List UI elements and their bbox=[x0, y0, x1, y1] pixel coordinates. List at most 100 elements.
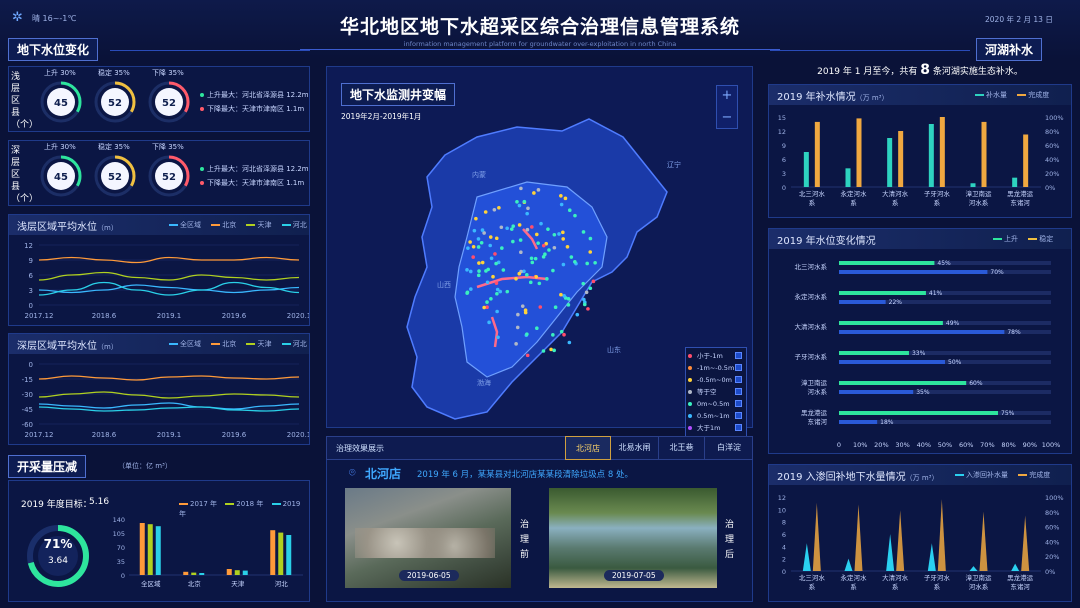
level-hbar-chart: 北三河水系 45% 70% 永定河水系 41% 22% 大清河水系 49% 78% 子牙河水系 33… bbox=[795, 260, 1061, 449]
map-legend-item[interactable]: 0.5m~1m bbox=[688, 410, 744, 422]
legend-label: 大于1m bbox=[697, 424, 721, 432]
shallow-gauge-rise-title: 上升 30% bbox=[44, 69, 76, 77]
x-category-line2: 系 bbox=[809, 582, 816, 591]
tab-beihedian[interactable]: 北河店 bbox=[565, 436, 611, 460]
series-line bbox=[38, 271, 300, 281]
tab-beiyishuizha[interactable]: 北易水闸 bbox=[611, 436, 659, 460]
monitoring-well bbox=[551, 333, 555, 337]
monitoring-well bbox=[529, 256, 534, 261]
row-label: 永定河水系 bbox=[795, 292, 828, 301]
monitoring-well bbox=[471, 245, 476, 249]
map-legend-item[interactable]: 大于1m bbox=[688, 422, 744, 434]
completion-spike bbox=[937, 499, 946, 571]
x-category-line1: 北三河水 bbox=[799, 189, 826, 198]
header: ✲ 晴 16~-1℃ 华北地区地下水超采区综合治理信息管理系统 informat… bbox=[0, 0, 1080, 60]
x-tick: 10% bbox=[853, 441, 867, 449]
legend-2018: 2018 年 bbox=[236, 500, 264, 508]
monitoring-well bbox=[530, 225, 534, 229]
x-category-line1: 黑龙港运 bbox=[1007, 573, 1034, 582]
target-label: 2019 年度目标： bbox=[21, 500, 92, 510]
monitoring-well bbox=[517, 223, 522, 227]
monitoring-well bbox=[476, 245, 481, 249]
monitoring-well bbox=[496, 335, 500, 340]
rise-value: 41% bbox=[929, 290, 943, 297]
monitoring-well bbox=[546, 227, 550, 231]
summary: 2019 年 1 月至今，共有 8 条河湖实施生态补水。 bbox=[768, 62, 1072, 78]
level-chart-title: 2019 年水位变化情况 bbox=[777, 236, 876, 247]
supply-bar-chart: 15129630100%80%60%40%20%0%北三河水系永定河水系大清河水… bbox=[778, 114, 1064, 207]
checkbox[interactable] bbox=[735, 412, 742, 419]
monitoring-well bbox=[516, 312, 520, 317]
monitoring-well bbox=[575, 312, 580, 317]
bar bbox=[234, 570, 240, 575]
x-tick: 2017.12 bbox=[25, 431, 54, 439]
map-legend-item[interactable]: -0.5m~0m bbox=[688, 374, 744, 386]
row-label: 漳卫南运 bbox=[801, 378, 828, 387]
region-label: 辽宁 bbox=[667, 160, 681, 169]
y-tick: 6 bbox=[782, 156, 786, 164]
legend-all: 全区域 bbox=[180, 221, 201, 229]
legend-dot bbox=[688, 402, 692, 406]
legend-dot bbox=[688, 378, 692, 382]
monitoring-well bbox=[549, 347, 553, 352]
bar bbox=[183, 571, 189, 575]
legend-hebei: 河北 bbox=[292, 221, 307, 229]
y-tick: 6 bbox=[782, 531, 786, 539]
monitoring-well bbox=[593, 260, 597, 265]
stable-bar bbox=[839, 390, 914, 394]
supply-chart-panel: 2019 年补水情况（万 m³） 补水量 完成度 15 12 9 6 3 0 100% 80%… bbox=[768, 84, 1072, 218]
checkbox[interactable] bbox=[735, 388, 742, 395]
supply-bar bbox=[928, 124, 934, 187]
place-description: 2019 年 6 月，某某县对北河店某某段清除垃圾点 8 处。 bbox=[417, 470, 633, 480]
stable-value: 78% bbox=[1007, 329, 1021, 336]
x-tick: 60% bbox=[959, 441, 973, 449]
page-subtitle: information management platform for grou… bbox=[403, 40, 677, 48]
checkbox[interactable] bbox=[735, 400, 742, 407]
map-legend-item[interactable]: 等于空 bbox=[688, 386, 744, 398]
checkbox[interactable] bbox=[735, 364, 742, 371]
tab-baiyangdian[interactable]: 白洋淀 bbox=[705, 436, 753, 460]
monitoring-well bbox=[551, 268, 555, 273]
rise-bar bbox=[839, 381, 967, 385]
checkbox[interactable] bbox=[735, 352, 742, 359]
monitoring-well bbox=[536, 241, 540, 245]
y2-tick: 20% bbox=[1045, 553, 1059, 561]
map-legend-item[interactable]: -1m~-0.5m bbox=[688, 362, 744, 374]
monitoring-well bbox=[494, 236, 499, 241]
gauge-value: 52 bbox=[162, 98, 176, 109]
monitoring-well bbox=[525, 211, 529, 216]
recharge-spike-chart: 121086420100%80%60%40%20%0%北三河水系永定河水系大清河… bbox=[778, 494, 1064, 591]
x-category: 天津 bbox=[231, 580, 245, 588]
supply-bar bbox=[1012, 177, 1018, 187]
map-legend-item[interactable]: 0m~0.5m bbox=[688, 398, 744, 410]
monitoring-well bbox=[517, 271, 522, 276]
before-date: 2019-06-05 bbox=[399, 570, 459, 581]
summary-num: 8 bbox=[920, 62, 930, 78]
monitoring-well bbox=[541, 349, 546, 353]
monitoring-well bbox=[518, 238, 523, 242]
rise-value: 33% bbox=[912, 350, 926, 357]
recharge-spike bbox=[1011, 563, 1020, 571]
checkbox[interactable] bbox=[735, 376, 742, 383]
after-label: 治理后 bbox=[725, 520, 735, 560]
y-tick: 10 bbox=[778, 506, 786, 514]
map-legend-item[interactable]: 小于-1m bbox=[688, 350, 744, 362]
monitoring-well bbox=[552, 232, 557, 237]
series-line bbox=[38, 281, 300, 296]
y2-tick: 0% bbox=[1045, 184, 1055, 192]
monitoring-well bbox=[525, 353, 530, 358]
stable-value: 50% bbox=[948, 359, 962, 366]
x-tick: 2019.1 bbox=[157, 431, 182, 439]
deep-gauge-rise: 45 bbox=[40, 155, 82, 197]
tab-beiwangxiang[interactable]: 北王巷 bbox=[659, 436, 705, 460]
monitoring-well bbox=[499, 225, 504, 230]
y-tick: 4 bbox=[782, 543, 786, 551]
legend-label: -1m~-0.5m bbox=[697, 364, 735, 372]
y-tick: -45 bbox=[22, 406, 33, 414]
extraction-bar-chart: 140 105 70 35 0 全区域 北京 天津 河北 bbox=[113, 516, 303, 588]
monitoring-well bbox=[479, 240, 484, 245]
monitoring-well bbox=[477, 261, 481, 265]
monitoring-well bbox=[581, 230, 586, 234]
checkbox[interactable] bbox=[735, 424, 742, 431]
completion-bar bbox=[856, 118, 862, 187]
